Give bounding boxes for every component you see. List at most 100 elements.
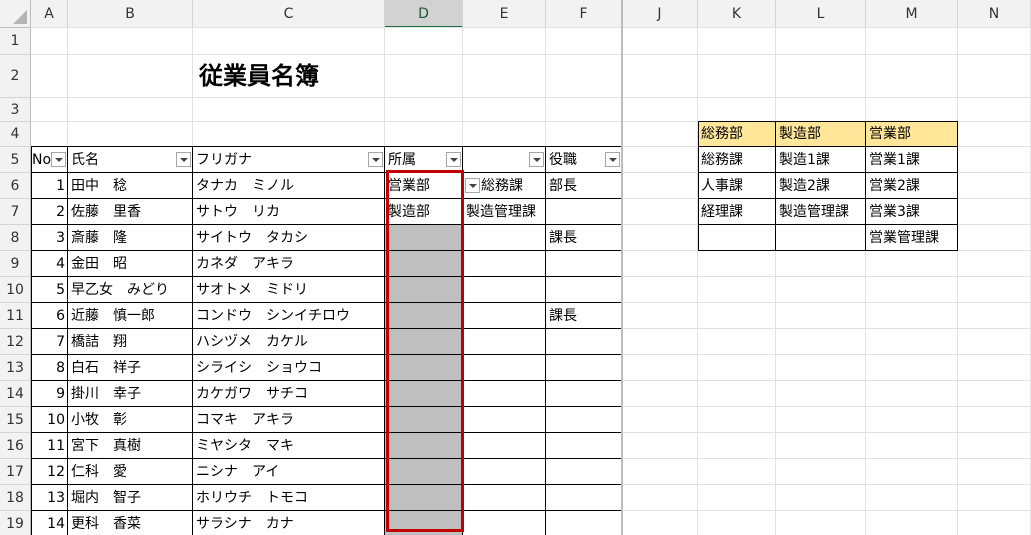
employee-no: 4 — [56, 256, 65, 272]
employee-section[interactable] — [463, 251, 546, 277]
table-border — [31, 224, 622, 225]
lookup-border — [698, 172, 958, 173]
row-header-15[interactable]: 15 — [0, 407, 31, 433]
row-header-9[interactable]: 9 — [0, 251, 31, 277]
filter-dropdown-c[interactable] — [368, 152, 383, 167]
column-header-m[interactable]: M — [866, 0, 958, 28]
spreadsheet-grid[interactable]: ABCDEFJKLMN 1 2 3 4 5 6 7 8 9 10 11 12 13 14 15 16 17 18 1… — [0, 0, 1031, 535]
row-header-13[interactable]: 13 — [0, 355, 31, 381]
section-dropdown-arrow[interactable] — [465, 178, 480, 193]
table-border — [31, 198, 622, 199]
filter-dropdown-d[interactable] — [446, 152, 461, 167]
lookup-header: 製造部 — [779, 126, 821, 142]
employee-no: 12 — [47, 464, 65, 480]
employee-role: 課長 — [549, 230, 577, 246]
column-header-j[interactable]: J — [622, 0, 698, 28]
lookup-border — [698, 121, 699, 251]
employee-section[interactable] — [463, 407, 546, 433]
employee-section[interactable] — [463, 277, 546, 303]
column-header-l[interactable]: L — [776, 0, 866, 28]
table-border — [31, 354, 622, 355]
employee-section[interactable] — [463, 225, 546, 251]
gridline-h — [31, 54, 1031, 55]
employee-section[interactable] — [463, 511, 546, 535]
lookup-cell: 製造管理課 — [779, 204, 849, 220]
table-border — [67, 146, 68, 535]
row-header-7[interactable]: 7 — [0, 199, 31, 225]
employee-section[interactable] — [463, 355, 546, 381]
employee-role — [546, 459, 622, 485]
header-kana: フリガナ — [196, 152, 252, 168]
lookup-border — [775, 121, 776, 251]
employee-section[interactable] — [463, 485, 546, 511]
column-header-k[interactable]: K — [698, 0, 776, 28]
table-border — [31, 510, 622, 511]
lookup-cell: 営業3課 — [869, 204, 920, 220]
column-header-f[interactable]: F — [546, 0, 622, 28]
gridline-h — [31, 27, 1031, 28]
employee-no: 1 — [56, 178, 65, 194]
employee-kana: コンドウ シンイチロウ — [196, 308, 350, 324]
column-header-b[interactable]: B — [68, 0, 193, 28]
row-header-2[interactable]: 2 — [0, 55, 31, 98]
employee-section[interactable] — [463, 303, 546, 329]
employee-name: 橋詰 翔 — [71, 334, 127, 350]
header-name: 氏名 — [71, 152, 99, 168]
employee-kana: カケガワ サチコ — [196, 386, 308, 402]
row-header-14[interactable]: 14 — [0, 381, 31, 407]
lookup-header: 総務部 — [701, 126, 743, 142]
employee-no: 8 — [56, 360, 65, 376]
select-all-corner[interactable] — [0, 0, 31, 28]
employee-kana: カネダ アキラ — [196, 256, 294, 272]
row-header-12[interactable]: 12 — [0, 329, 31, 355]
filter-dropdown-f[interactable] — [605, 152, 620, 167]
row-header-6[interactable]: 6 — [0, 173, 31, 199]
lookup-cell: 製造1課 — [779, 152, 830, 168]
employee-name: 更科 香菜 — [71, 516, 141, 532]
row-header-5[interactable]: 5 — [0, 147, 31, 173]
column-header-n[interactable]: N — [958, 0, 1031, 28]
employee-role — [546, 511, 622, 535]
row-header-8[interactable]: 8 — [0, 225, 31, 251]
lookup-cell: 人事課 — [701, 178, 743, 194]
table-border — [31, 302, 622, 303]
column-header-e[interactable]: E — [463, 0, 546, 28]
header-no: No — [32, 152, 52, 168]
freeze-pane-divider — [621, 0, 623, 535]
employee-no: 2 — [56, 204, 65, 220]
row-header-3[interactable]: 3 — [0, 98, 31, 122]
table-border — [31, 406, 622, 407]
row-header-1[interactable]: 1 — [0, 28, 31, 55]
column-header-c[interactable]: C — [193, 0, 385, 28]
row-header-19[interactable]: 19 — [0, 511, 31, 535]
employee-role — [546, 199, 622, 225]
row-header-16[interactable]: 16 — [0, 433, 31, 459]
employee-section[interactable]: 製造管理課 — [463, 199, 546, 225]
employee-section[interactable] — [463, 329, 546, 355]
lookup-border — [698, 121, 958, 122]
filter-dropdown-a[interactable] — [51, 152, 66, 167]
employee-no: 11 — [47, 438, 65, 454]
table-border — [31, 172, 622, 173]
selection-highlight — [386, 170, 464, 532]
row-header-18[interactable]: 18 — [0, 485, 31, 511]
column-header-d[interactable]: D — [385, 0, 463, 28]
employee-no: 7 — [56, 334, 65, 350]
row-header-11[interactable]: 11 — [0, 303, 31, 329]
filter-dropdown-b[interactable] — [176, 152, 191, 167]
employee-name: 白石 祥子 — [71, 360, 141, 376]
filter-dropdown-e[interactable] — [529, 152, 544, 167]
employee-kana: ホリウチ トモコ — [196, 490, 308, 506]
lookup-cell: 営業2課 — [869, 178, 920, 194]
row-header-4[interactable]: 4 — [0, 122, 31, 147]
employee-section[interactable] — [463, 381, 546, 407]
row-header-17[interactable]: 17 — [0, 459, 31, 485]
row-header-10[interactable]: 10 — [0, 277, 31, 303]
lookup-border — [865, 121, 866, 251]
lookup-header: 営業部 — [869, 126, 911, 142]
employee-section[interactable] — [463, 459, 546, 485]
employee-role — [546, 329, 622, 355]
column-header-a[interactable]: A — [31, 0, 68, 28]
lookup-cell: 総務課 — [701, 152, 743, 168]
employee-section[interactable] — [463, 433, 546, 459]
